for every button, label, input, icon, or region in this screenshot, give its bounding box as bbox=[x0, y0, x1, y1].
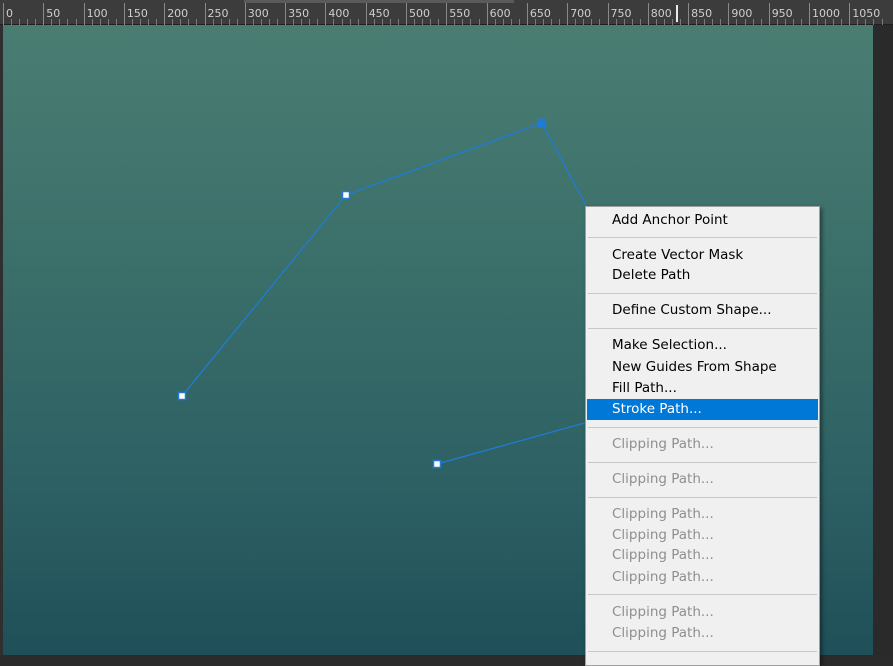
menu-separator bbox=[588, 328, 817, 329]
menu-item-create-vector-mask[interactable]: Create Vector Mask bbox=[587, 245, 818, 266]
path-segment[interactable] bbox=[345, 122, 543, 196]
ruler-label: 400 bbox=[328, 7, 350, 20]
menu-separator bbox=[588, 237, 817, 238]
menu-separator bbox=[588, 462, 817, 463]
ruler-label: 450 bbox=[368, 7, 390, 20]
ruler-label: 250 bbox=[207, 7, 229, 20]
menu-item-clipping-path[interactable]: Clipping Path... bbox=[587, 623, 818, 644]
ruler-label: 600 bbox=[489, 7, 511, 20]
ruler-label: 900 bbox=[731, 7, 753, 20]
ruler-label: 850 bbox=[691, 7, 713, 20]
ruler-label: 550 bbox=[449, 7, 471, 20]
menu-item-clipping-path[interactable]: Clipping Path... bbox=[587, 525, 818, 546]
menu-item-stroke-path[interactable]: Stroke Path... bbox=[587, 399, 818, 420]
ruler-label: 300 bbox=[247, 7, 269, 20]
menu-item-clipping-path[interactable]: Clipping Path... bbox=[587, 545, 818, 566]
path-segment[interactable] bbox=[181, 194, 347, 397]
menu-item-fill-path[interactable]: Fill Path... bbox=[587, 378, 818, 399]
ruler-label: 350 bbox=[288, 7, 310, 20]
menu-separator bbox=[588, 427, 817, 428]
path-context-menu: Add Anchor Point Create Vector Mask Dele… bbox=[585, 206, 820, 666]
menu-separator bbox=[588, 497, 817, 498]
anchor-point-selected[interactable] bbox=[537, 118, 547, 128]
path-segment[interactable] bbox=[436, 421, 589, 465]
menu-item-clipping-path[interactable]: Clipping Path... bbox=[587, 504, 818, 525]
ruler-label: 950 bbox=[771, 7, 793, 20]
ruler-cursor-marker bbox=[676, 5, 678, 22]
ruler-label: 500 bbox=[409, 7, 430, 20]
ruler-label: 700 bbox=[570, 7, 592, 20]
menu-item-define-custom-shape[interactable]: Define Custom Shape... bbox=[587, 300, 818, 321]
menu-item-clipping-path[interactable]: Clipping Path... bbox=[587, 602, 818, 623]
ruler-label: 150 bbox=[126, 7, 148, 20]
menu-item-clipping-path[interactable]: Clipping Path... bbox=[587, 567, 818, 588]
menu-item-delete-path[interactable]: Delete Path bbox=[587, 265, 818, 286]
right-edge-strip bbox=[873, 25, 893, 655]
ruler-label: 650 bbox=[529, 7, 551, 20]
ruler-label: 800 bbox=[650, 7, 672, 20]
ruler-label: 100 bbox=[86, 7, 108, 20]
menu-item-add-anchor-point[interactable]: Add Anchor Point bbox=[587, 210, 818, 231]
anchor-point[interactable] bbox=[432, 459, 442, 469]
menu-separator bbox=[588, 293, 817, 294]
ruler-label: 200 bbox=[167, 7, 189, 20]
menu-item-clipping-path[interactable]: Clipping Path... bbox=[587, 469, 818, 490]
menu-item-new-guides-from-shape[interactable]: New Guides From Shape bbox=[587, 357, 818, 378]
menu-separator bbox=[588, 594, 817, 595]
anchor-point[interactable] bbox=[341, 190, 351, 200]
anchor-point[interactable] bbox=[177, 391, 187, 401]
menu-item-clipping-path[interactable]: Clipping Path... bbox=[587, 434, 818, 455]
horizontal-ruler: 0 50 100 150 200 250 300 350 400 450 500 550 600 650 7… bbox=[0, 0, 893, 25]
menu-item-make-selection[interactable]: Make Selection... bbox=[587, 335, 818, 356]
path-segment[interactable] bbox=[541, 122, 589, 210]
ruler-label: 750 bbox=[610, 7, 632, 20]
menu-separator bbox=[588, 651, 817, 652]
